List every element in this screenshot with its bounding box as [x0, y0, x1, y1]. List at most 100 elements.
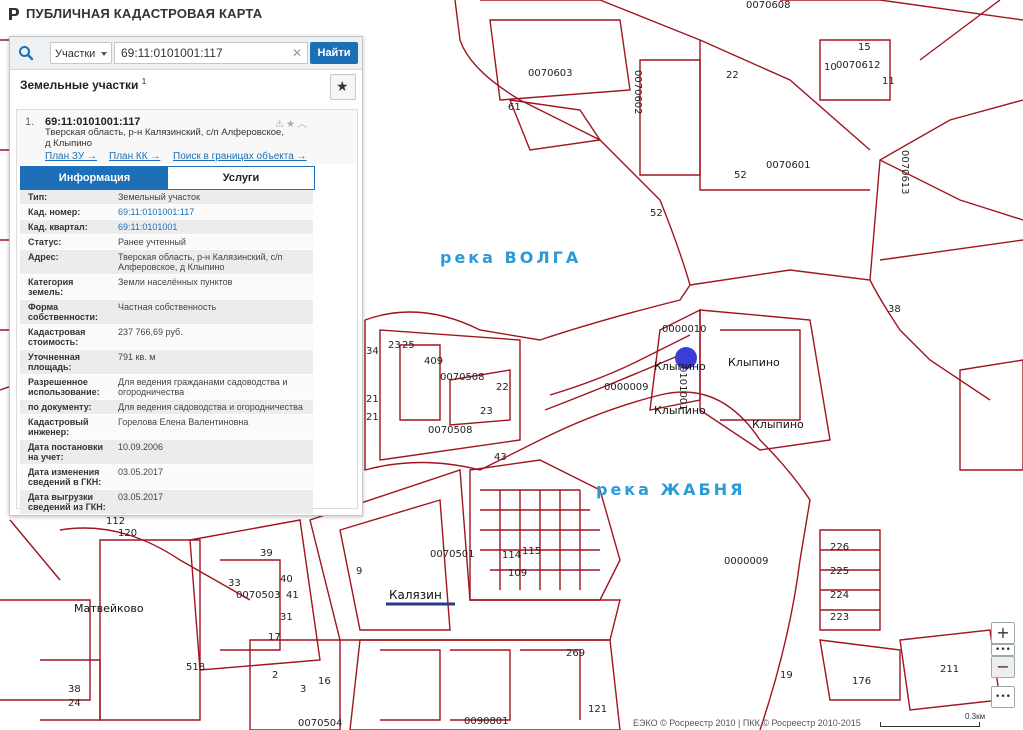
property-label: Дата выгрузки сведений из ГКН:	[28, 492, 106, 512]
result-actions: ⚠★︿	[275, 115, 309, 130]
property-label: Кад. квартал:	[28, 222, 88, 232]
plan-kk-link[interactable]: План КК →	[109, 151, 160, 162]
parcel-label: 24	[68, 698, 81, 709]
find-button[interactable]: Найти	[310, 42, 358, 64]
quarter-label: 0070508	[440, 372, 485, 383]
search-panel: Участки ✕ Найти Земельные участки 1 ★ 1.…	[9, 36, 363, 516]
quarter-label: 0000009	[724, 556, 769, 567]
app-title: ПУБЛИЧНАЯ КАДАСТРОВАЯ КАРТА	[26, 6, 263, 21]
tab-info[interactable]: Информация	[21, 167, 168, 189]
quarter-label: 0070503	[236, 590, 281, 601]
parcel-label: 38	[68, 684, 81, 695]
quarter-label: 0070601	[766, 160, 811, 171]
parcel-label: 34	[366, 346, 379, 357]
property-value: 237 766,69 руб.	[118, 327, 183, 337]
parcel-label: 43	[494, 452, 507, 463]
parcel-label: 52	[650, 208, 663, 219]
property-row: Категория земель: Земли населённых пункто…	[20, 275, 313, 300]
search-icon[interactable]	[18, 45, 34, 61]
results-title: Земельные участки 1	[20, 77, 146, 92]
property-value: 03.05.2017	[118, 492, 164, 502]
tab-services[interactable]: Услуги	[168, 167, 314, 189]
property-value[interactable]: 69:11:0101001	[114, 220, 313, 234]
property-row: Дата выгрузки сведений из ГКН: 03.05.2017	[20, 490, 313, 515]
parcel-label: 223	[830, 612, 850, 623]
quarter-label: 0000010	[662, 324, 707, 335]
zoom-out-button[interactable]: −	[991, 656, 1015, 678]
river-label-zhabnya: река ЖАБНЯ	[596, 480, 746, 499]
parcel-label: 226	[830, 542, 850, 553]
search-type-select[interactable]: Участки	[50, 42, 112, 64]
parcel-label: 40	[280, 574, 293, 585]
parcel-label: 23	[388, 340, 401, 351]
quarter-label: 0070602	[632, 70, 643, 115]
logo-icon	[9, 7, 19, 20]
property-label: Дата изменения сведений в ГКН:	[28, 467, 102, 487]
parcel-label: 518	[186, 662, 206, 673]
scale-bar	[880, 722, 980, 727]
app-header: ПУБЛИЧНАЯ КАДАСТРОВАЯ КАРТА	[8, 6, 262, 21]
property-label: Дата постановки на учет:	[28, 442, 104, 462]
parcel-label: 31	[280, 612, 293, 623]
star-icon[interactable]: ★	[286, 119, 297, 130]
property-value: 03.05.2017	[118, 467, 164, 477]
parcel-label: 15	[858, 42, 871, 53]
property-row: Кадастровый инженер: Горелова Елена Вален…	[20, 415, 313, 440]
parcel-label: 9	[356, 566, 363, 577]
parcel-label: 16	[318, 676, 331, 687]
parcel-label: 2	[272, 670, 279, 681]
warning-icon[interactable]: ⚠	[275, 119, 286, 130]
map-credits: ЕЭКО © Росреестр 2010 | ПКК © Росреестр …	[633, 718, 861, 728]
parcel-label: 120	[118, 528, 138, 539]
quarter-label: 0090801	[464, 716, 509, 727]
search-in-bounds-link[interactable]: Поиск в границах объекта →	[173, 151, 307, 162]
zoom-in-button[interactable]: +	[991, 622, 1015, 644]
parcel-label: 115	[522, 546, 542, 557]
property-row: Дата постановки на учет: 10.09.2006	[20, 440, 313, 465]
property-value[interactable]: 69:11:0101001:117	[114, 205, 313, 219]
property-row: Форма собственности: Частная собственност…	[20, 300, 313, 325]
property-row: Разрешенное использование: Для ведения гр…	[20, 375, 313, 400]
place-label: Матвейково	[74, 602, 144, 615]
property-row: по документу: Для ведения садоводства и о…	[20, 400, 313, 415]
search-input[interactable]	[114, 42, 308, 64]
parcel-label: 33	[228, 578, 241, 589]
property-label: Тип:	[28, 192, 48, 202]
quarter-label: 0070613	[899, 150, 910, 195]
plan-zu-link[interactable]: План ЗУ →	[45, 151, 97, 162]
property-value: Для ведения гражданами садоводства и ого…	[118, 377, 288, 397]
star-icon: ★	[336, 78, 349, 94]
favorites-button[interactable]: ★	[330, 74, 356, 100]
property-value: Тверская область, р-н Калязинский, с/п А…	[118, 252, 283, 272]
parcel-label: 17	[268, 632, 281, 643]
result-index: 1.	[25, 116, 35, 128]
quarter-label: 0070608	[746, 0, 791, 11]
parcel-label: 21	[366, 394, 379, 405]
chevron-up-icon[interactable]: ︿	[297, 119, 309, 130]
results-title-text: Земельные участки	[20, 78, 139, 92]
search-type-label: Участки	[55, 48, 96, 60]
property-label: Категория земель:	[28, 277, 74, 297]
place-label-kalyazin: Калязин	[389, 588, 442, 602]
parcel-label: 121	[588, 704, 608, 715]
parcel-label: 21	[366, 412, 379, 423]
zoom-levels-button[interactable]: •••	[991, 644, 1015, 656]
more-tools-button[interactable]: •••	[991, 686, 1015, 708]
quarter-label: 0101001	[677, 366, 688, 411]
property-label: Статус:	[28, 237, 62, 247]
property-row: Кадастровая стоимость: 237 766,69 руб.	[20, 325, 313, 350]
results-count: 1	[141, 77, 147, 86]
parcel-label: 176	[852, 676, 872, 687]
parcel-label: 114	[502, 550, 522, 561]
properties-table: Тип: Земельный участок Кад. номер: 69:11:01…	[20, 190, 313, 515]
parcel-label: 3	[300, 684, 307, 695]
parcel-label: 269	[566, 648, 586, 659]
parcel-label: 409	[424, 356, 444, 367]
property-label: по документу:	[28, 402, 92, 412]
parcel-label: 22	[496, 382, 509, 393]
parcel-label: 224	[830, 590, 850, 601]
property-row: Кад. номер: 69:11:0101001:117	[20, 205, 313, 220]
close-icon[interactable]: ✕	[292, 47, 302, 59]
property-value: 791 кв. м	[118, 352, 156, 362]
property-value: Горелова Елена Валентиновна	[118, 417, 249, 427]
